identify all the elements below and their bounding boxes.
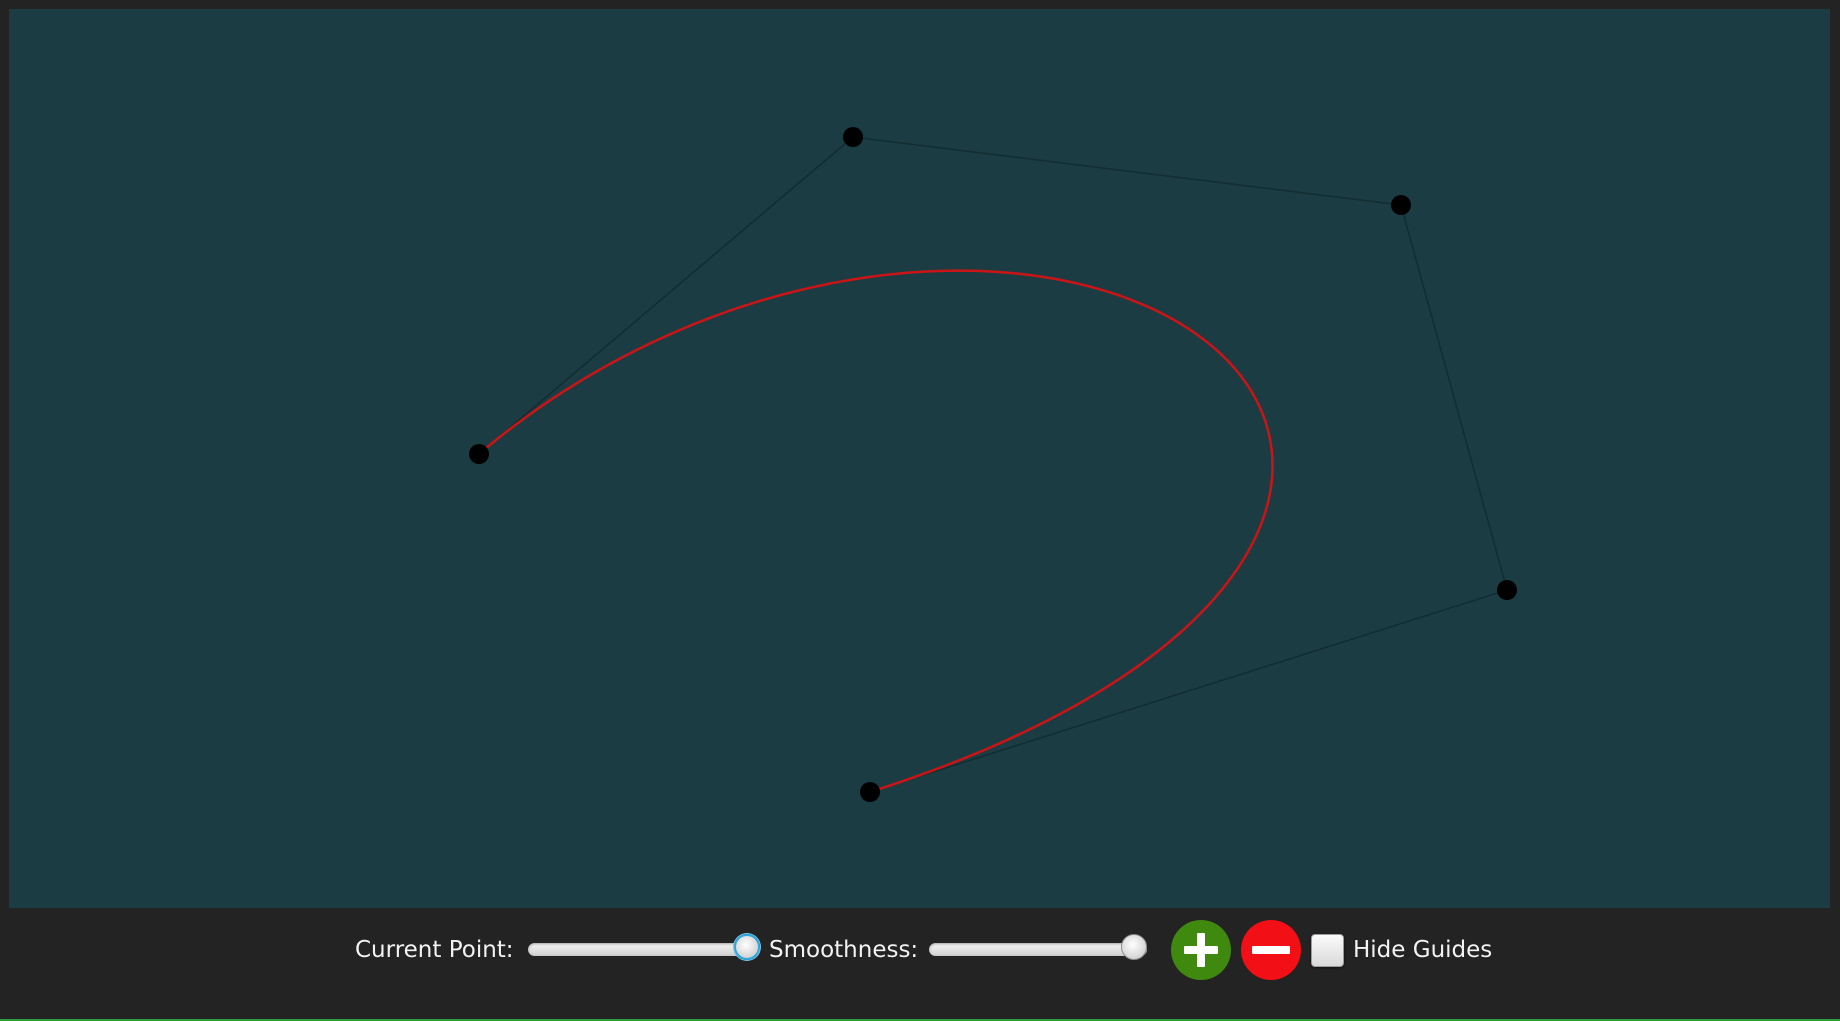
guide-line [852,136,1402,206]
smoothness-slider[interactable] [929,930,1147,970]
control-point-1[interactable] [469,444,489,464]
current-point-label: Current Point: [355,937,514,963]
guide-line [478,136,854,455]
guide-lines [478,136,1508,793]
minus-icon [1241,920,1301,980]
control-points[interactable] [469,127,1517,802]
smoothness-slider-thumb[interactable] [1121,934,1147,960]
plus-icon [1171,920,1231,980]
current-point-slider[interactable] [528,930,760,970]
control-point-3[interactable] [1391,195,1411,215]
control-point-4[interactable] [1497,580,1517,600]
add-point-button[interactable] [1170,919,1232,981]
bezier-curve [478,269,1274,794]
control-point-2[interactable] [843,127,863,147]
current-point-slider-track[interactable] [528,943,760,956]
hide-guides-label[interactable]: Hide Guides [1353,922,1492,978]
hide-guides-checkbox[interactable] [1311,934,1344,967]
curve-canvas[interactable] [9,9,1830,908]
smoothness-slider-track[interactable] [929,943,1147,956]
control-point-5[interactable] [860,782,880,802]
remove-point-button[interactable] [1240,919,1302,981]
bottom-toolbar [0,908,1840,1019]
curve-drawing[interactable] [9,9,1830,908]
guide-line [1400,204,1508,591]
current-point-slider-thumb[interactable] [734,934,760,960]
smoothness-label: Smoothness: [769,937,919,963]
guide-line [869,589,1508,793]
bezier-editor-window: Current Point: Smoothness: Hide Guides [0,0,1840,1021]
